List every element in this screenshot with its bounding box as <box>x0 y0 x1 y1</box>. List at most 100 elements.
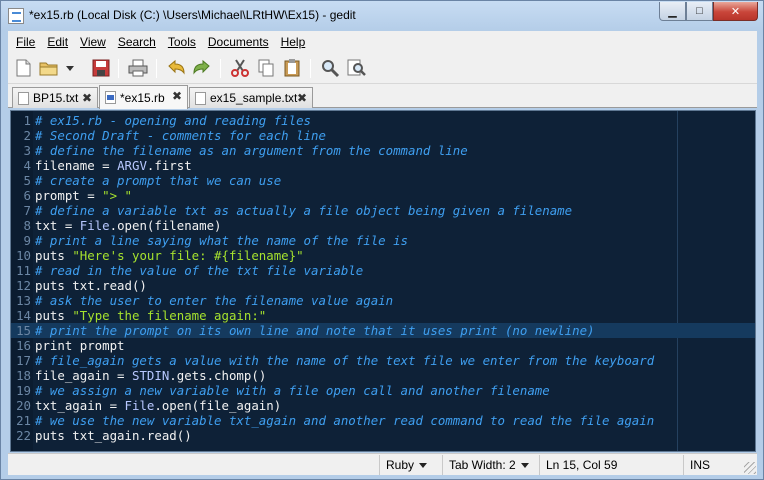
code-token-comment: # ex15.rb - opening and reading files <box>35 113 312 128</box>
code-line[interactable]: 3 # define the filename as an argument fr… <box>11 143 755 158</box>
menu-edit[interactable]: Edit <box>41 35 74 49</box>
code-line[interactable]: 10 puts "Here's your file: #{filename}" <box>11 248 755 263</box>
tab-ex15-sample-txt[interactable]: ex15_sample.txt ✖ <box>189 87 313 108</box>
open-dropdown-icon[interactable] <box>64 58 76 78</box>
print-icon[interactable] <box>127 58 149 78</box>
line-number: 6 <box>23 188 31 203</box>
menu-search-label: Search <box>117 35 156 49</box>
code-line[interactable]: 8 txt = File.open(filename) <box>11 218 755 233</box>
code-token-plain: .open(file_again) <box>154 398 282 413</box>
code-token-plain: puts txt.read() <box>35 278 147 293</box>
copy-icon[interactable] <box>255 58 277 78</box>
line-number: 21 <box>16 413 31 428</box>
line-number: 20 <box>16 398 31 413</box>
minimize-button[interactable]: ▁ <box>659 2 686 21</box>
line-code: # we use the new variable txt_again and … <box>35 413 654 428</box>
tab-width-label: Tab Width: 2 <box>449 458 516 472</box>
code-line[interactable]: 17 # file_again gets a value with the nam… <box>11 353 755 368</box>
text-file-icon <box>195 91 206 105</box>
code-line[interactable]: 20 txt_again = File.open(file_again) <box>11 398 755 413</box>
code-token-comment: # ask the user to enter the filename val… <box>35 293 394 308</box>
menu-view[interactable]: View <box>74 35 112 49</box>
resize-grip[interactable] <box>744 462 756 474</box>
open-icon[interactable] <box>38 58 60 78</box>
tab-width-selector[interactable]: Tab Width: 2 <box>442 455 538 475</box>
code-line[interactable]: 7 # define a variable txt as actually a f… <box>11 203 755 218</box>
line-number: 17 <box>16 353 31 368</box>
tab-label: *ex15.rb <box>120 90 165 105</box>
line-code: file_again = STDIN.gets.chomp() <box>35 368 266 383</box>
find-icon[interactable] <box>319 58 341 78</box>
line-number: 10 <box>16 248 31 263</box>
line-code: txt = File.open(filename) <box>35 218 222 233</box>
document-tabs: BP15.txt ✖ *ex15.rb ✖ ex15_sample.txt ✖ <box>8 84 757 109</box>
code-token-const: STDIN <box>131 368 170 383</box>
code-line[interactable]: 13 # ask the user to enter the filename v… <box>11 293 755 308</box>
window-controls: ▁ □ ✕ <box>659 2 758 21</box>
tab-close-icon[interactable]: ✖ <box>82 91 92 105</box>
code-line[interactable]: 16 print prompt <box>11 338 755 353</box>
line-number: 1 <box>23 113 31 128</box>
line-code: # define the filename as an argument fro… <box>35 143 468 158</box>
tab-close-icon[interactable]: ✖ <box>297 91 307 105</box>
status-bar: Ruby Tab Width: 2 Ln 15, Col 59 INS <box>8 453 757 475</box>
code-line[interactable]: 14 puts "Type the filename again:" <box>11 308 755 323</box>
code-line[interactable]: 9 # print a line saying what the name of … <box>11 233 755 248</box>
menu-search[interactable]: Search <box>112 35 162 49</box>
code-line[interactable]: 4 filename = ARGV.first <box>11 158 755 173</box>
tab-label: ex15_sample.txt <box>210 91 298 105</box>
menu-view-label: View <box>80 35 106 49</box>
menu-file[interactable]: File <box>10 35 41 49</box>
line-number: 9 <box>23 233 31 248</box>
toolbar-separator <box>220 59 221 78</box>
save-icon[interactable] <box>90 58 112 78</box>
code-line[interactable]: 1 # ex15.rb - opening and reading files <box>11 113 755 128</box>
line-code: puts txt_again.read() <box>35 428 192 443</box>
tab-close-icon[interactable]: ✖ <box>172 89 182 103</box>
gedit-app-icon[interactable] <box>8 8 24 24</box>
code-line[interactable]: 15 # print the prompt on its own line and… <box>11 323 755 338</box>
gedit-window: *ex15.rb (Local Disk (C:) \Users\Michael… <box>0 0 764 480</box>
code-line[interactable]: 2 # Second Draft - comments for each line <box>11 128 755 143</box>
line-code: # Second Draft - comments for each line <box>35 128 326 143</box>
code-line[interactable]: 11 # read in the value of the txt file va… <box>11 263 755 278</box>
code-token-string: "> " <box>102 188 132 203</box>
code-line[interactable]: 21 # we use the new variable txt_again an… <box>11 413 755 428</box>
cursor-position-label: Ln 15, Col 59 <box>546 458 618 472</box>
insert-mode: INS <box>683 455 743 475</box>
line-number: 14 <box>16 308 31 323</box>
replace-icon[interactable] <box>345 58 367 78</box>
cut-icon[interactable] <box>229 58 251 78</box>
code-line[interactable]: 22 puts txt_again.read() <box>11 428 755 443</box>
close-button[interactable]: ✕ <box>713 2 758 21</box>
title-bar[interactable]: *ex15.rb (Local Disk (C:) \Users\Michael… <box>1 1 763 31</box>
code-editor[interactable]: 1 # ex15.rb - opening and reading files 2 #… <box>10 110 756 452</box>
code-line[interactable]: 6 prompt = "> " <box>11 188 755 203</box>
new-icon[interactable] <box>12 58 34 78</box>
line-code: puts "Type the filename again:" <box>35 308 266 323</box>
menu-documents-label: Documents <box>207 35 269 49</box>
code-line[interactable]: 12 puts txt.read() <box>11 278 755 293</box>
tab-bp15-txt[interactable]: BP15.txt ✖ <box>12 87 98 108</box>
code-line[interactable]: 18 file_again = STDIN.gets.chomp() <box>11 368 755 383</box>
code-line[interactable]: 19 # we assign a new variable with a file… <box>11 383 755 398</box>
menu-tools[interactable]: Tools <box>162 35 202 49</box>
redo-icon[interactable] <box>191 58 213 78</box>
menu-documents[interactable]: Documents <box>202 35 275 49</box>
toolbar-separator <box>156 59 157 78</box>
code-line[interactable]: 5 # create a prompt that we can use <box>11 173 755 188</box>
code-token-comment: # read in the value of the txt file vari… <box>35 263 364 278</box>
code-token-plain: puts txt_again.read() <box>35 428 192 443</box>
line-number: 16 <box>16 338 31 353</box>
paste-icon[interactable] <box>281 58 303 78</box>
line-number: 13 <box>16 293 31 308</box>
code-token-const: ARGV <box>117 158 147 173</box>
menu-help[interactable]: Help <box>275 35 312 49</box>
toolbar-separator <box>118 59 119 78</box>
menu-help-label: Help <box>280 35 306 49</box>
tab-ex15-rb[interactable]: *ex15.rb ✖ <box>99 85 188 109</box>
code-token-plain: txt_again = <box>35 398 125 413</box>
maximize-button[interactable]: □ <box>686 2 713 21</box>
undo-icon[interactable] <box>165 58 187 78</box>
language-selector[interactable]: Ruby <box>379 455 441 475</box>
